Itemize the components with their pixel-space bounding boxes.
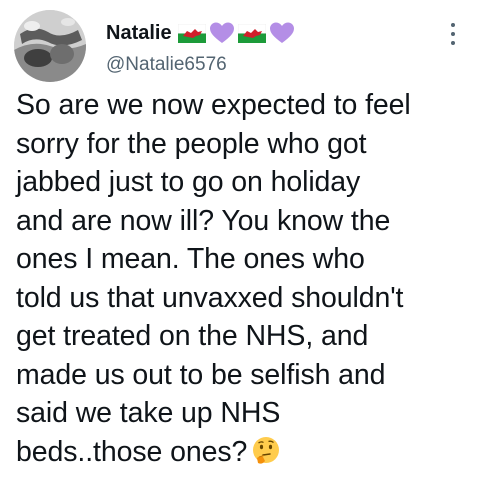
more-dot	[451, 32, 455, 36]
author-handle[interactable]: @Natalie6576	[106, 54, 294, 76]
tweet-text-line: told us that unvaxxed shouldn't	[16, 281, 404, 314]
tweet-text-last-line: beds..those ones?	[16, 433, 468, 472]
purple-heart-icon	[209, 22, 234, 43]
thinking-face-icon	[253, 436, 280, 464]
name-row: Natalie	[106, 18, 294, 48]
purple-heart-icon	[269, 22, 294, 43]
wales-flag-icon	[177, 23, 206, 43]
tweet-text-line: beds..those ones?	[16, 435, 248, 468]
tweet-text-line: said we take up NHS	[16, 397, 281, 429]
tweet-text-line: jabbed just to go on holiday	[16, 166, 361, 198]
avatar[interactable]	[14, 10, 86, 82]
more-options-icon[interactable]	[444, 20, 462, 48]
tweet-text-line: get treated on the NHS, and	[16, 320, 369, 352]
more-dot	[451, 41, 455, 45]
more-dot	[451, 23, 455, 27]
tweet-text-line: and are now ill? You know the	[16, 204, 391, 237]
tweet-card: Natalie @Natalie6576 So are we now expec…	[0, 0, 480, 500]
tweet-text-line: made us out to be selfish and	[16, 358, 386, 391]
wales-flag-icon	[237, 23, 266, 43]
author-identity: Natalie @Natalie6576	[106, 18, 294, 76]
tweet-text: So are we now expected to feel sorry for…	[16, 86, 468, 471]
display-name[interactable]: Natalie	[106, 22, 172, 45]
avatar-photo-icon	[14, 10, 86, 82]
tweet-text-line: sorry for the people who got	[16, 127, 367, 160]
tweet-text-line: ones I mean. The ones who	[16, 243, 365, 275]
tweet-text-line: So are we now expected to feel	[16, 89, 411, 121]
tweet-header: Natalie @Natalie6576	[14, 10, 466, 82]
